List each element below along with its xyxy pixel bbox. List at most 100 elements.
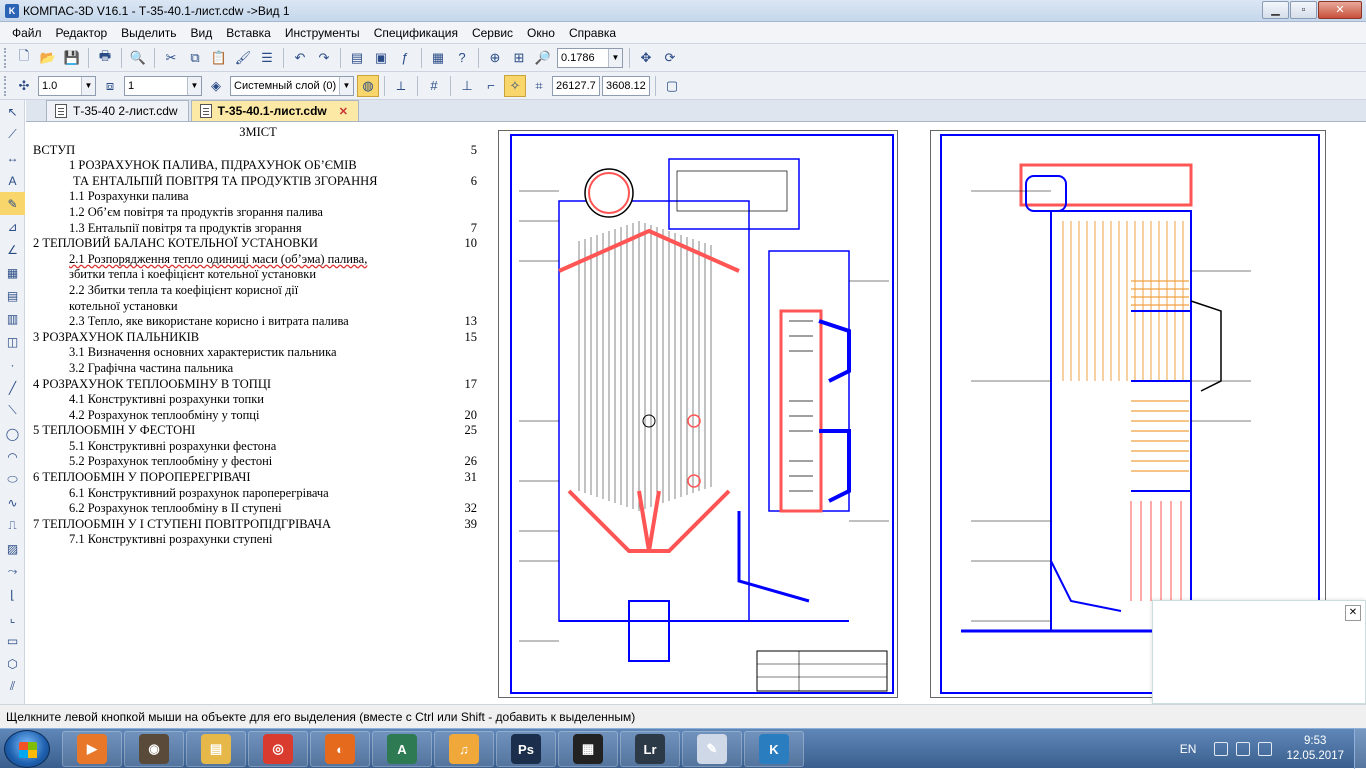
polyline-tool-icon[interactable]: ⎍ (0, 514, 25, 537)
taskbar-app-button[interactable]: A (372, 731, 432, 767)
polygon-tool-icon[interactable]: ⬡ (0, 652, 25, 675)
layer-icon[interactable]: ◈ (205, 75, 227, 97)
show-desktop-button[interactable] (1354, 729, 1366, 769)
taskbar-app-button[interactable]: ♫ (434, 731, 494, 767)
point-tool-icon[interactable]: · (0, 353, 25, 376)
manager-icon[interactable]: ▤ (346, 47, 368, 69)
layer-combo[interactable]: Системный слой (0) ▼ (230, 75, 354, 96)
open-icon[interactable]: 📂 (37, 47, 59, 69)
tab-close-icon[interactable]: ✕ (339, 105, 348, 118)
offset-tool-icon[interactable]: ⫽ (0, 675, 25, 698)
format-brush-icon[interactable]: 🖌 (232, 47, 254, 69)
geometry-tool-icon[interactable]: ⟋ (0, 123, 25, 146)
taskbar-app-button[interactable]: ▦ (558, 731, 618, 767)
edit-tool-icon[interactable]: ✎ (0, 192, 25, 215)
arc-tool-icon[interactable]: ◠ (0, 445, 25, 468)
paste-icon[interactable]: 📋 (208, 47, 230, 69)
volume-icon[interactable] (1258, 742, 1273, 756)
properties-icon[interactable]: ☰ (256, 47, 278, 69)
chamfer-tool-icon[interactable]: ⌊ (0, 583, 25, 606)
close-button[interactable]: ✕ (1318, 1, 1362, 19)
tray-arrow-icon[interactable] (1214, 742, 1229, 756)
cut-icon[interactable]: ✂ (160, 47, 182, 69)
help-pointer-icon[interactable]: ? (451, 47, 473, 69)
menu-help[interactable]: Справка (562, 22, 623, 44)
parametric-tool-icon[interactable]: ⊿ (0, 215, 25, 238)
taskbar-app-button[interactable]: ▶ (62, 731, 122, 767)
taskbar-app-button[interactable]: ✎ (682, 731, 742, 767)
chevron-down-icon[interactable]: ▼ (339, 76, 353, 95)
local-cs-icon[interactable]: ⊥ (456, 75, 478, 97)
library-icon[interactable]: ▣ (370, 47, 392, 69)
language-indicator[interactable]: EN (1180, 742, 1197, 756)
boiler-section-drawing[interactable] (498, 130, 898, 698)
select-tool-icon[interactable]: ↖ (0, 100, 25, 123)
view-number-icon[interactable]: ⧈ (99, 75, 121, 97)
dimensions-tool-icon[interactable]: ↔ (0, 146, 25, 169)
preview-icon[interactable]: 🔍 (127, 47, 149, 69)
grid-icon[interactable]: # (423, 75, 445, 97)
chevron-down-icon[interactable]: ▼ (608, 48, 622, 67)
pan-icon[interactable]: ✥ (635, 47, 657, 69)
reports-tool-icon[interactable]: ▥ (0, 307, 25, 330)
calculator-icon[interactable]: ▦ (427, 47, 449, 69)
fillet-tool-icon[interactable]: ⌞ (0, 606, 25, 629)
minimize-button[interactable]: ▁ (1262, 1, 1289, 19)
taskbar-app-button[interactable]: ▤ (186, 731, 246, 767)
properties-panel-icon[interactable]: ▢ (661, 75, 683, 97)
spline-tool-icon[interactable]: ∿ (0, 491, 25, 514)
bezier-tool-icon[interactable]: ⤳ (0, 560, 25, 583)
view-combo[interactable]: 1 ▼ (124, 75, 202, 96)
menu-service[interactable]: Сервис (465, 22, 520, 44)
maximize-button[interactable]: ▫ (1290, 1, 1317, 19)
spec-tool-icon[interactable]: ▤ (0, 284, 25, 307)
coordinates-icon[interactable]: ⌗ (528, 75, 550, 97)
zoom-window-icon[interactable]: ⊕ (484, 47, 506, 69)
table-of-contents[interactable]: ЗМІСТ ВСТУП 5 1 РОЗРАХУНОК ПАЛИВА, ПІДРАХУ… (29, 125, 487, 565)
toolbar-grip[interactable] (4, 47, 8, 68)
object-snap-icon[interactable]: ✧ (504, 74, 526, 97)
undo-icon[interactable]: ↶ (289, 47, 311, 69)
taskbar-app-button[interactable]: K (744, 731, 804, 767)
taskbar-app-button[interactable]: ◎ (248, 731, 308, 767)
snap-icon[interactable]: ◍ (357, 74, 379, 97)
refresh-icon[interactable]: ⟳ (659, 47, 681, 69)
menu-specification[interactable]: Спецификация (367, 22, 465, 44)
zoom-in-icon[interactable]: 🔎 (532, 47, 554, 69)
round-icon[interactable]: ⌐ (480, 75, 502, 97)
menu-select[interactable]: Выделить (114, 22, 183, 44)
menu-file[interactable]: Файл (5, 22, 49, 44)
redo-icon[interactable]: ↷ (313, 47, 335, 69)
menu-view[interactable]: Вид (184, 22, 220, 44)
chevron-down-icon[interactable]: ▼ (187, 76, 201, 95)
segment-tool-icon[interactable]: ⟍ (0, 399, 25, 422)
step-combo[interactable]: 1.0 ▼ (38, 75, 96, 96)
select-all-icon[interactable]: ▦ (0, 261, 25, 284)
tab-document-1[interactable]: Т-35-40.1-лист.cdw ✕ (190, 100, 359, 121)
chevron-down-icon[interactable]: ▼ (81, 76, 95, 95)
hatch-tool-icon[interactable]: ▨ (0, 537, 25, 560)
toolbar-grip[interactable] (4, 75, 8, 96)
taskbar-app-button[interactable]: Lr (620, 731, 680, 767)
measure-tool-icon[interactable]: ∠ (0, 238, 25, 261)
tab-document-2[interactable]: Т-35-40 2-лист.cdw (46, 100, 189, 121)
coord-x-field[interactable]: 26127.7 (552, 75, 600, 96)
taskbar-app-button[interactable]: Ps (496, 731, 556, 767)
ortho-icon[interactable]: ⟂ (390, 75, 412, 97)
zoom-combo[interactable]: 0.1786 ▼ (557, 47, 623, 68)
close-icon[interactable]: ✕ (1345, 605, 1361, 621)
symbols-tool-icon[interactable]: A (0, 169, 25, 192)
menu-edit[interactable]: Редактор (49, 22, 115, 44)
line-tool-icon[interactable]: ╱ (0, 376, 25, 399)
menu-insert[interactable]: Вставка (219, 22, 278, 44)
menu-tools[interactable]: Инструменты (278, 22, 367, 44)
taskbar-app-button[interactable]: ◉ (124, 731, 184, 767)
menu-window[interactable]: Окно (520, 22, 562, 44)
new-doc-icon[interactable]: 🗋 (13, 47, 35, 69)
rectangle-tool-icon[interactable]: ▭ (0, 629, 25, 652)
taskbar-app-button[interactable]: ◐ (310, 731, 370, 767)
print-icon[interactable]: 🖶 (94, 47, 116, 69)
save-icon[interactable]: 💾 (61, 47, 83, 69)
insert-tool-icon[interactable]: ◫ (0, 330, 25, 353)
copy-icon[interactable]: ⧉ (184, 47, 206, 69)
